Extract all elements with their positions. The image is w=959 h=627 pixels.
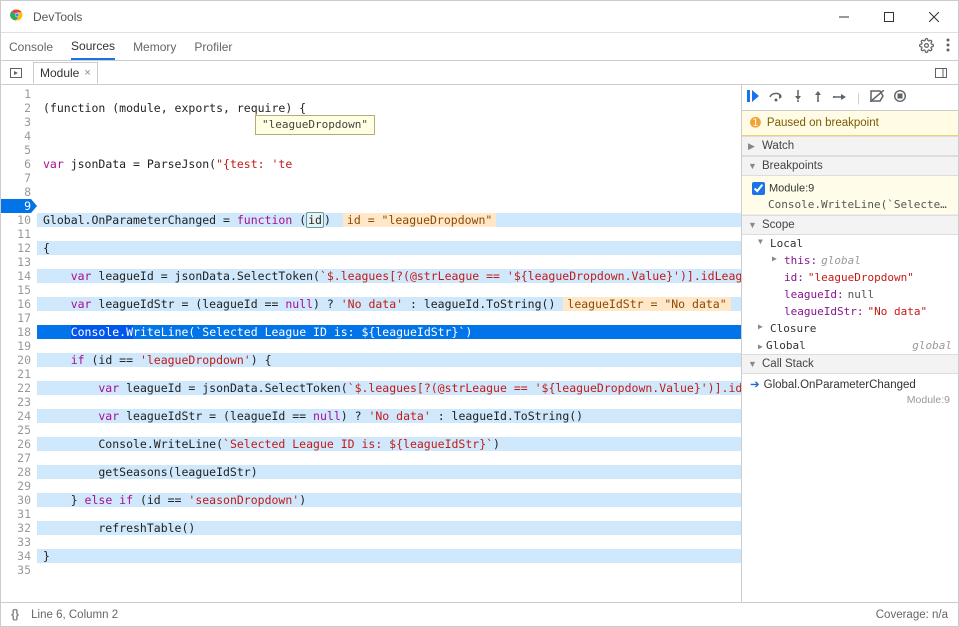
step-button[interactable] (833, 91, 847, 105)
callstack-frame[interactable]: ➔ Global.OnParameterChanged (742, 374, 958, 394)
window-close-button[interactable] (911, 2, 956, 32)
scope-var-leagueidstr[interactable]: leagueIdStr: "No data" (756, 303, 958, 320)
breakpoint-title: Module:9 (769, 182, 814, 194)
line-number-gutter[interactable]: 1234567891011121314151617181920212223242… (1, 85, 37, 577)
pause-on-exceptions-button[interactable] (894, 90, 906, 105)
current-frame-arrow-icon: ➔ (750, 379, 760, 391)
code-editor[interactable]: "leagueDropdown" 12345678910111213141516… (1, 85, 741, 602)
file-tab-label: Module (40, 66, 79, 80)
scope-var-id[interactable]: id: "leagueDropdown" (756, 269, 958, 286)
file-tab-module[interactable]: Module × (33, 62, 98, 84)
breakpoint-checkbox[interactable] (752, 182, 765, 195)
window-maximize-button[interactable] (866, 2, 911, 32)
scope-global-header[interactable]: ▶Globalglobal (742, 337, 958, 354)
breakpoint-item[interactable]: Module:9 Console.WriteLine(`Selecte… (742, 176, 958, 215)
tab-profiler[interactable]: Profiler (194, 33, 232, 60)
file-tab-row: Module × (1, 61, 958, 85)
statusbar: { } Line 6, Column 2 Coverage: n/a (1, 602, 958, 626)
deactivate-breakpoints-button[interactable] (870, 90, 884, 105)
kebab-menu-icon[interactable] (946, 38, 950, 55)
step-into-button[interactable] (793, 90, 803, 105)
chrome-logo-icon (9, 7, 25, 26)
coverage-status[interactable]: Coverage: n/a (876, 609, 948, 621)
main-tabbar: Console Sources Memory Profiler (1, 33, 958, 61)
cursor-position: Line 6, Column 2 (31, 609, 118, 621)
file-tab-close-icon[interactable]: × (84, 67, 90, 79)
watch-panel-header[interactable]: ▶Watch (742, 136, 958, 156)
code-line: (function (module, exports, require) { (43, 101, 306, 115)
tab-memory[interactable]: Memory (133, 33, 176, 60)
pretty-print-icon[interactable]: { } (11, 609, 17, 621)
debug-toolbar: | (742, 85, 958, 111)
breakpoint-preview: Console.WriteLine(`Selecte… (748, 198, 952, 211)
show-debugger-button[interactable] (930, 63, 952, 83)
scope-closure-header[interactable]: ▶Closure (742, 320, 958, 337)
callstack-frame-name: Global.OnParameterChanged (764, 379, 916, 391)
scope-local-header[interactable]: ▼Local (742, 235, 958, 252)
step-out-button[interactable] (813, 90, 823, 105)
scope-var-leagueid[interactable]: leagueId: null (756, 286, 958, 303)
paused-banner-text: Paused on breakpoint (767, 117, 879, 129)
scope-var-this[interactable]: ▶this: global (756, 252, 958, 269)
warning-icon: ➊ (750, 115, 761, 131)
paused-banner: ➊ Paused on breakpoint (742, 111, 958, 136)
scope-panel-header[interactable]: ▼Scope (742, 215, 958, 235)
param-id-highlight: id (306, 212, 324, 228)
inline-value-id: id = "leagueDropdown" (343, 213, 496, 227)
hover-tooltip: "leagueDropdown" (255, 115, 375, 135)
callstack-panel-header[interactable]: ▼Call Stack (742, 354, 958, 374)
settings-gear-icon[interactable] (919, 38, 934, 56)
tab-sources[interactable]: Sources (71, 33, 115, 60)
step-over-button[interactable] (769, 90, 783, 105)
inline-value-leagueidstr: leagueIdStr = "No data" (563, 297, 730, 311)
debugger-sidebar: | ➊ Paused on breakpoint ▶Watch ▼Breakpo… (742, 85, 958, 602)
callstack-frame-loc: Module:9 (907, 394, 950, 406)
resume-button[interactable] (747, 90, 759, 105)
window-titlebar: DevTools (1, 1, 958, 33)
show-navigator-button[interactable] (5, 63, 27, 83)
window-minimize-button[interactable] (821, 2, 866, 32)
breakpoints-panel-header[interactable]: ▼Breakpoints (742, 156, 958, 176)
window-title: DevTools (33, 10, 82, 24)
tab-console[interactable]: Console (9, 33, 53, 60)
